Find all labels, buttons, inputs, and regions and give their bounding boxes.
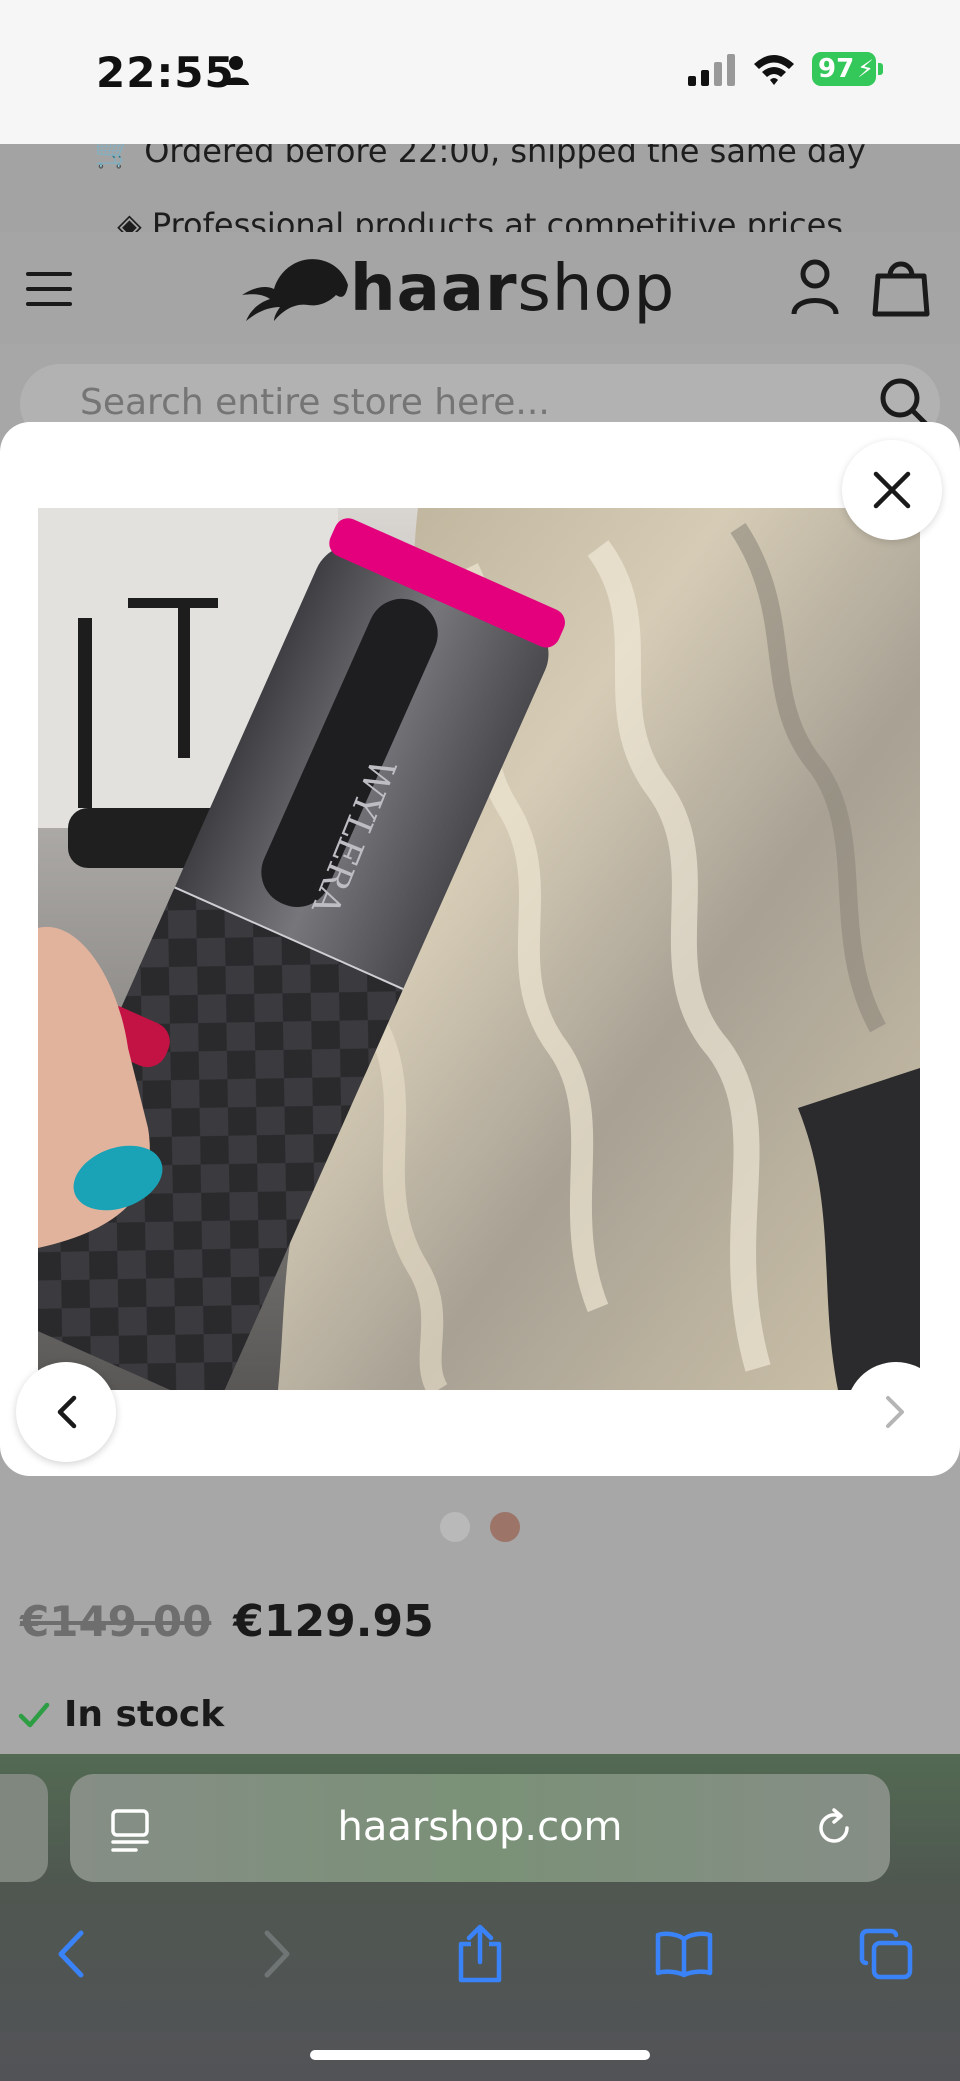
logo-text: haarshop: [350, 252, 676, 326]
carousel-dot-active[interactable]: [490, 1512, 520, 1542]
url-text: haarshop.com: [337, 1804, 623, 1850]
site-logo[interactable]: haarshop: [240, 252, 675, 326]
charging-bolt-icon: ⚡: [857, 55, 874, 83]
product-image: WYLERA: [38, 508, 920, 1390]
chevron-left-icon: [57, 1395, 77, 1429]
promo-shipping-text: 🛒 Ordered before 22:00, shipped the same…: [0, 144, 960, 170]
cart-icon: 🛒: [94, 144, 145, 170]
menu-icon[interactable]: [26, 272, 72, 306]
wifi-icon: [754, 55, 794, 85]
browser-bottom-bar: haarshop.com: [0, 1754, 960, 2081]
share-icon: [458, 1924, 502, 1983]
share-button[interactable]: [440, 1914, 520, 1994]
old-price: €149.00: [20, 1597, 212, 1646]
carousel-dot[interactable]: [440, 1512, 470, 1542]
book-icon: [655, 1931, 713, 1978]
battery-level: 97: [818, 54, 855, 84]
hair-curler-photo: WYLERA: [38, 508, 920, 1390]
close-button[interactable]: [842, 440, 942, 540]
box-icon: ◈: [117, 206, 152, 232]
person-icon: [223, 56, 249, 85]
forward-arrow-icon: [264, 1930, 290, 1978]
search-icon[interactable]: [878, 376, 930, 428]
previous-image-button[interactable]: [16, 1362, 116, 1462]
promo-products-text: ◈ Professional products at competitive p…: [0, 206, 960, 232]
stock-status: In stock: [18, 1694, 224, 1735]
bookmarks-button[interactable]: [644, 1914, 724, 1994]
back-arrow-icon: [58, 1930, 84, 1978]
stock-text: In stock: [64, 1694, 225, 1735]
tabs-icon: [859, 1928, 913, 1980]
address-bar[interactable]: haarshop.com: [70, 1774, 890, 1882]
previous-tab-edge[interactable]: [0, 1774, 48, 1882]
site-header: haarshop: [0, 232, 960, 344]
carousel-dots: [440, 1512, 520, 1542]
battery-nub: [878, 63, 883, 75]
search-input[interactable]: [80, 382, 860, 423]
hair-silhouette-logo-icon: [242, 259, 348, 321]
current-price: €129.95: [233, 1596, 434, 1647]
cellular-signal-icon: [688, 54, 735, 86]
home-indicator[interactable]: [310, 2050, 650, 2060]
back-button[interactable]: [30, 1914, 110, 1994]
price-row: €149.00 €129.95: [20, 1596, 434, 1647]
account-icon[interactable]: [790, 258, 840, 316]
promo-banner: 🛒 Ordered before 22:00, shipped the same…: [0, 144, 960, 232]
next-image-button[interactable]: [846, 1362, 946, 1462]
shopping-bag-icon[interactable]: [872, 256, 930, 318]
battery-indicator: 97 ⚡: [812, 52, 876, 86]
browser-toolbar: [0, 1914, 960, 2004]
reload-icon[interactable]: [814, 1808, 854, 1848]
close-icon: [873, 471, 911, 509]
checkmark-icon: [18, 1702, 50, 1727]
status-bar: 22:55 97 ⚡: [0, 0, 960, 144]
status-time: 22:55: [96, 48, 235, 97]
forward-button[interactable]: [238, 1914, 318, 1994]
chevron-right-icon: [886, 1396, 904, 1428]
tabs-button[interactable]: [846, 1914, 926, 1994]
